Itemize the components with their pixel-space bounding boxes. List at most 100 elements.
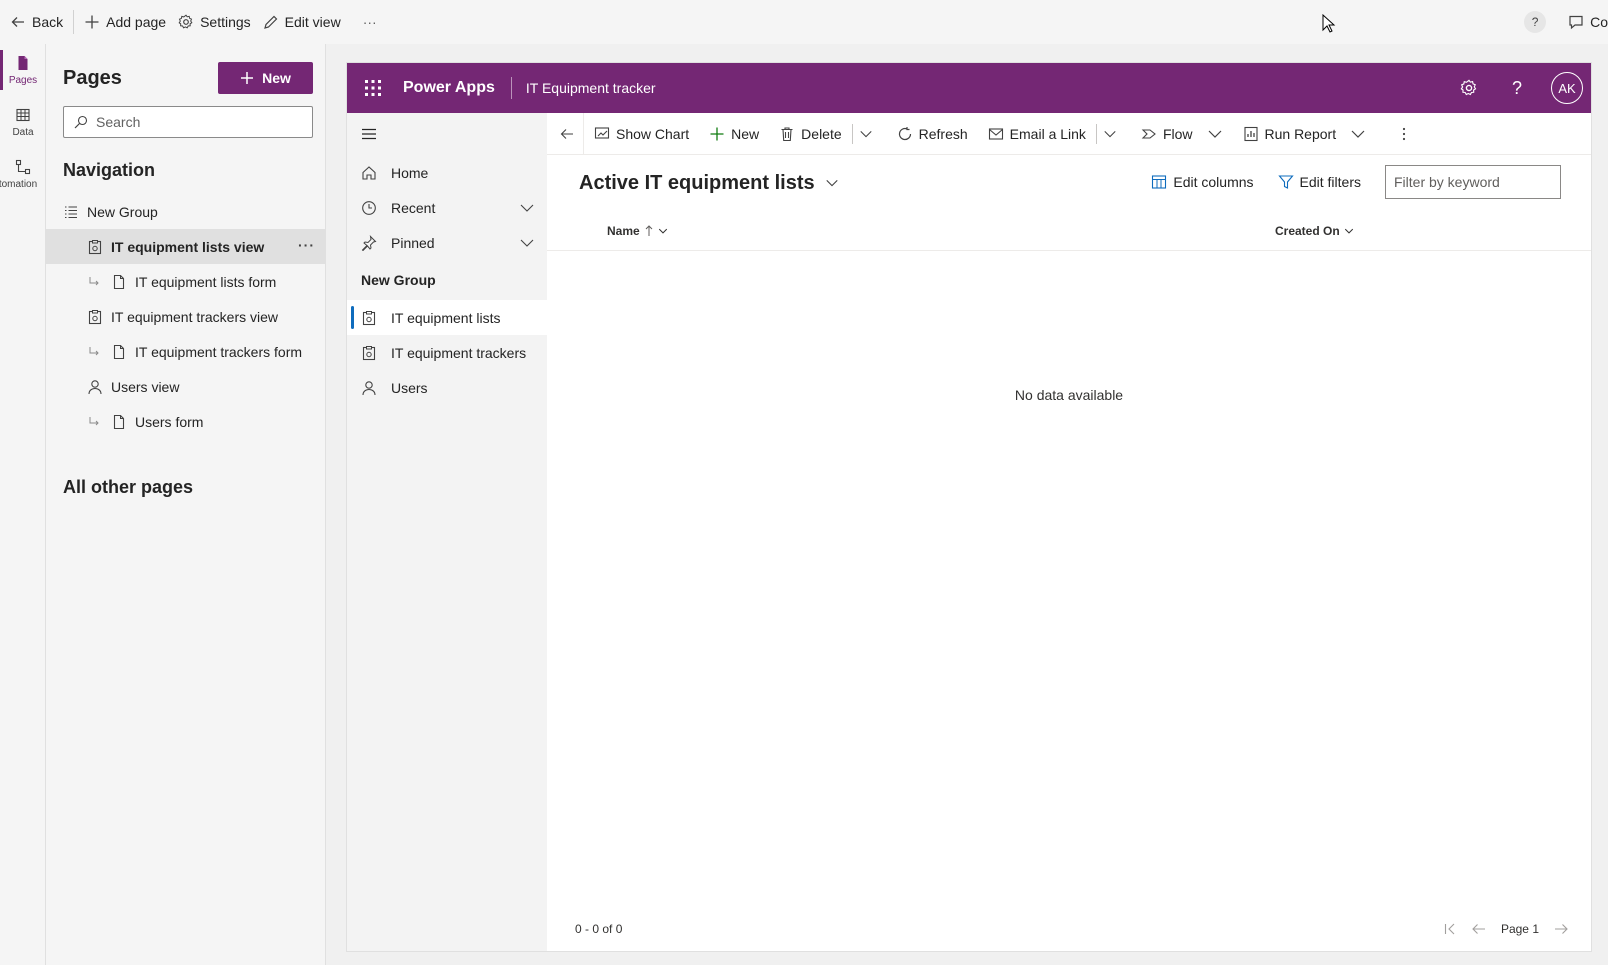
tree-item-users-view[interactable]: Users view <box>46 369 325 404</box>
help-label: ? <box>1531 15 1539 29</box>
previous-page-button[interactable] <box>1471 922 1487 936</box>
new-record-button[interactable]: New <box>699 118 769 150</box>
chevron-down-icon <box>658 228 667 234</box>
rail-item-automation[interactable]: tomation <box>0 148 46 200</box>
add-page-button[interactable]: Add page <box>78 6 172 38</box>
tree-item-users-form[interactable]: Users form <box>46 404 325 439</box>
chevron-down-icon <box>825 179 838 187</box>
sitemap-label: IT equipment lists <box>391 309 501 326</box>
tree-item-it-equipment-lists-view[interactable]: IT equipment lists view ··· <box>46 229 325 264</box>
sitemap-item-home[interactable]: Home <box>347 155 547 190</box>
settings-button[interactable]: Settings <box>172 6 257 38</box>
column-header-created-on[interactable]: Created On <box>1275 211 1354 251</box>
more-options-button[interactable]: ··· <box>357 6 383 38</box>
comments-label: Co <box>1590 14 1608 30</box>
grid-footer: 0 - 0 of 0 Page 1 <box>547 907 1591 951</box>
tree-item-it-equipment-trackers-form[interactable]: IT equipment trackers form <box>46 334 325 369</box>
sitemap-label: Home <box>391 164 429 181</box>
trash-icon <box>781 126 793 141</box>
cmd-label: New <box>731 125 760 142</box>
edit-view-button[interactable]: Edit view <box>257 6 347 38</box>
next-page-button[interactable] <box>1553 922 1569 936</box>
app-help-button[interactable]: ? <box>1503 74 1531 102</box>
edit-filters-button[interactable]: Edit filters <box>1277 174 1361 190</box>
cmd-label: Refresh <box>918 125 968 142</box>
pager: Page 1 <box>1443 907 1569 951</box>
pages-panel: Pages New Navigation New Group IT equipm… <box>46 44 326 965</box>
filter-icon <box>1277 175 1294 189</box>
sort-ascending-icon <box>645 225 653 236</box>
flow-button[interactable]: Flow <box>1131 118 1233 150</box>
refresh-icon <box>898 126 911 140</box>
avatar[interactable]: AK <box>1551 72 1583 104</box>
sitemap-item-it-equipment-trackers[interactable]: IT equipment trackers <box>347 335 547 370</box>
header-actions: ? AK <box>1455 63 1583 113</box>
sitemap-item-users[interactable]: Users <box>347 370 547 405</box>
back-button[interactable]: Back <box>4 6 69 38</box>
record-count: 0 - 0 of 0 <box>575 922 623 936</box>
sitemap: Home Recent Pinned New Group IT equipmen… <box>347 113 547 951</box>
refresh-button[interactable]: Refresh <box>887 118 978 150</box>
empty-state-message: No data available <box>1014 387 1124 403</box>
arrow-left-icon <box>560 128 573 139</box>
form-icon <box>113 274 125 289</box>
rail-label: Pages <box>8 74 38 86</box>
sitemap-item-pinned[interactable]: Pinned <box>347 225 547 260</box>
first-page-button[interactable] <box>1443 922 1457 936</box>
tree-item-it-equipment-trackers-view[interactable]: IT equipment trackers view <box>46 299 325 334</box>
person-icon <box>88 379 102 394</box>
sitemap-item-it-equipment-lists[interactable]: IT equipment lists <box>347 300 547 335</box>
rail-item-pages[interactable]: Pages <box>0 44 46 96</box>
more-options-button[interactable]: ··· <box>298 237 315 253</box>
chevron-down-icon <box>520 204 534 212</box>
pencil-icon <box>263 15 278 29</box>
new-page-button[interactable]: New <box>218 62 313 94</box>
sitemap-toggle-button[interactable] <box>347 113 547 155</box>
app-settings-button[interactable] <box>1455 74 1483 102</box>
view-icon <box>362 345 376 360</box>
delete-dropdown-button[interactable] <box>853 118 879 150</box>
chevron-down-icon <box>1351 130 1365 138</box>
arrow-right-icon <box>1555 924 1568 934</box>
arrow-left-icon <box>1472 924 1485 934</box>
app-title: IT Equipment tracker <box>525 80 656 96</box>
tree-item-it-equipment-lists-form[interactable]: IT equipment lists form <box>46 264 325 299</box>
rail-item-data[interactable]: Data <box>0 96 46 148</box>
run-report-button[interactable]: Run Report <box>1233 118 1377 150</box>
main-content: Show Chart New Delete Refresh Email a Li… <box>547 112 1591 951</box>
column-header-name[interactable]: Name <box>607 211 668 251</box>
cmd-label: Delete <box>801 125 842 142</box>
delete-button[interactable]: Delete <box>769 118 851 150</box>
cmd-label: Show Chart <box>616 125 690 142</box>
tree-item-label: IT equipment lists form <box>135 273 277 290</box>
top-right-actions: ? Co <box>1524 0 1608 44</box>
avatar-initials: AK <box>1558 80 1576 96</box>
mouse-cursor-icon <box>1322 14 1336 33</box>
help-button[interactable]: ? <box>1524 11 1547 33</box>
app-launcher-button[interactable] <box>347 63 399 113</box>
edit-columns-button[interactable]: Edit columns <box>1151 174 1254 190</box>
view-selector[interactable]: Active IT equipment lists <box>579 172 839 195</box>
gear-icon <box>178 14 193 29</box>
tree-item-new-group[interactable]: New Group <box>46 194 325 229</box>
edit-columns-label: Edit columns <box>1173 174 1254 190</box>
comments-button[interactable]: Co <box>1562 6 1608 38</box>
navigate-back-button[interactable] <box>551 112 584 155</box>
pages-search-input[interactable] <box>96 114 296 130</box>
chart-icon <box>594 126 610 139</box>
pages-title: Pages <box>63 66 122 89</box>
email-link-button[interactable]: Email a Link <box>978 118 1096 150</box>
plus-icon <box>85 15 99 29</box>
sitemap-item-recent[interactable]: Recent <box>347 190 547 225</box>
email-dropdown-button[interactable] <box>1097 118 1123 150</box>
pages-panel-header: Pages New <box>46 44 325 100</box>
pin-icon <box>361 234 377 251</box>
show-chart-button[interactable]: Show Chart <box>584 118 699 150</box>
flow-icon <box>15 159 31 174</box>
sitemap-label: Recent <box>391 199 436 216</box>
back-label: Back <box>32 14 64 30</box>
cmd-label: Run Report <box>1264 125 1337 142</box>
gear-icon <box>1460 79 1477 96</box>
filter-by-keyword-input[interactable] <box>1385 165 1561 199</box>
more-commands-button[interactable] <box>1386 118 1422 150</box>
